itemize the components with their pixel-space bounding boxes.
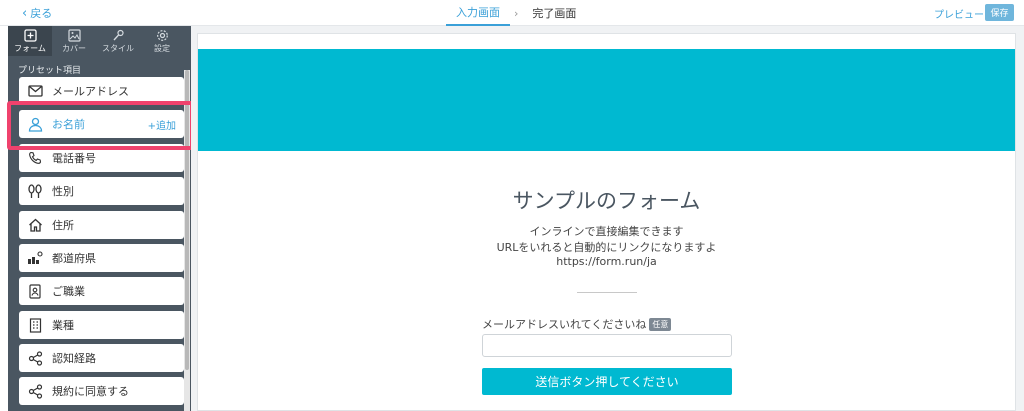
highlight-annotation [7,101,194,150]
preset-section-title: プリセット項目 [18,66,82,76]
phone-icon [27,150,43,166]
preset-item-industry[interactable]: 業種 [19,311,184,339]
preset-item-referral[interactable]: 認知経路 [19,344,184,372]
tab-settings-label: 設定 [154,43,170,53]
gear-icon [156,29,168,41]
optional-badge: 任意 [649,317,672,331]
form-icon [23,28,37,42]
preset-item-label: 認知経路 [52,352,96,365]
submit-button[interactable]: 送信ボタン押してください [482,368,732,395]
preset-item-address[interactable]: 住所 [19,211,184,239]
share-icon [27,383,43,399]
building-icon [27,317,43,333]
mail-icon [27,83,43,99]
preset-item-label: 電話番号 [52,152,96,165]
tab-cover[interactable]: カバー [52,26,96,56]
divider [577,292,637,293]
sidebar-tabs: フォーム カバー スタイル 設定 [8,26,191,56]
preset-item-label: 業種 [52,319,74,332]
home-icon [27,217,43,233]
preset-item-terms[interactable]: 規約に同意する [19,377,184,405]
tab-settings[interactable]: 設定 [140,26,184,56]
step-complete-screen[interactable]: 完了画面 [522,0,586,26]
step-input-screen[interactable]: 入力画面 [446,0,510,26]
preset-item-label: ご職業 [52,285,85,298]
tab-form[interactable]: フォーム [8,26,52,56]
top-bar: ‹ 戻る 入力画面 › 完了画面 プレビュー 保存 [0,0,1024,26]
preset-item-label: 住所 [52,219,74,232]
save-button[interactable]: 保存 [985,4,1014,21]
email-field-label[interactable]: メールアドレスいれてくださいね 任意 [482,316,672,332]
preset-item-label: メールアドレス [52,85,129,98]
brush-icon [112,29,124,40]
cover-banner[interactable] [198,49,1015,151]
field-label-text: メールアドレスいれてくださいね [482,318,647,331]
image-icon [67,28,81,42]
form-description-line[interactable]: URLをいれると自動的にリンクになりますよ [198,239,1015,255]
preset-item-prefecture[interactable]: 都道府県 [19,244,184,272]
tab-style[interactable]: スタイル [96,26,140,56]
step-navigation: 入力画面 › 完了画面 [446,0,586,26]
form-title[interactable]: サンプルのフォーム [198,185,1015,215]
gender-icon [27,183,43,199]
tab-form-label: フォーム [14,43,46,53]
form-description-line[interactable]: インラインで直接編集できます [198,223,1015,239]
id-badge-icon [27,283,43,299]
share-icon [27,350,43,366]
tab-cover-label: カバー [62,43,86,53]
preset-item-occupation[interactable]: ご職業 [19,277,184,305]
back-label: 戻る [30,7,53,20]
chevron-right-icon: › [514,6,519,20]
chevron-left-icon: ‹ [22,5,28,21]
preset-item-label: 性別 [52,185,74,198]
preset-item-label: 都道府県 [52,252,96,265]
sidebar: フォーム カバー スタイル 設定 プリセット項目 メールアドレス お名前 +追加… [8,26,191,411]
preview-link[interactable]: プレビュー [934,6,984,21]
tab-style-label: スタイル [102,43,134,53]
form-description-link[interactable]: https://form.run/ja [198,255,1015,268]
email-field[interactable] [482,334,732,357]
map-icon [27,250,43,266]
preset-item-label: 規約に同意する [52,385,129,398]
preset-item-gender[interactable]: 性別 [19,177,184,205]
back-link[interactable]: ‹ 戻る [22,5,52,21]
